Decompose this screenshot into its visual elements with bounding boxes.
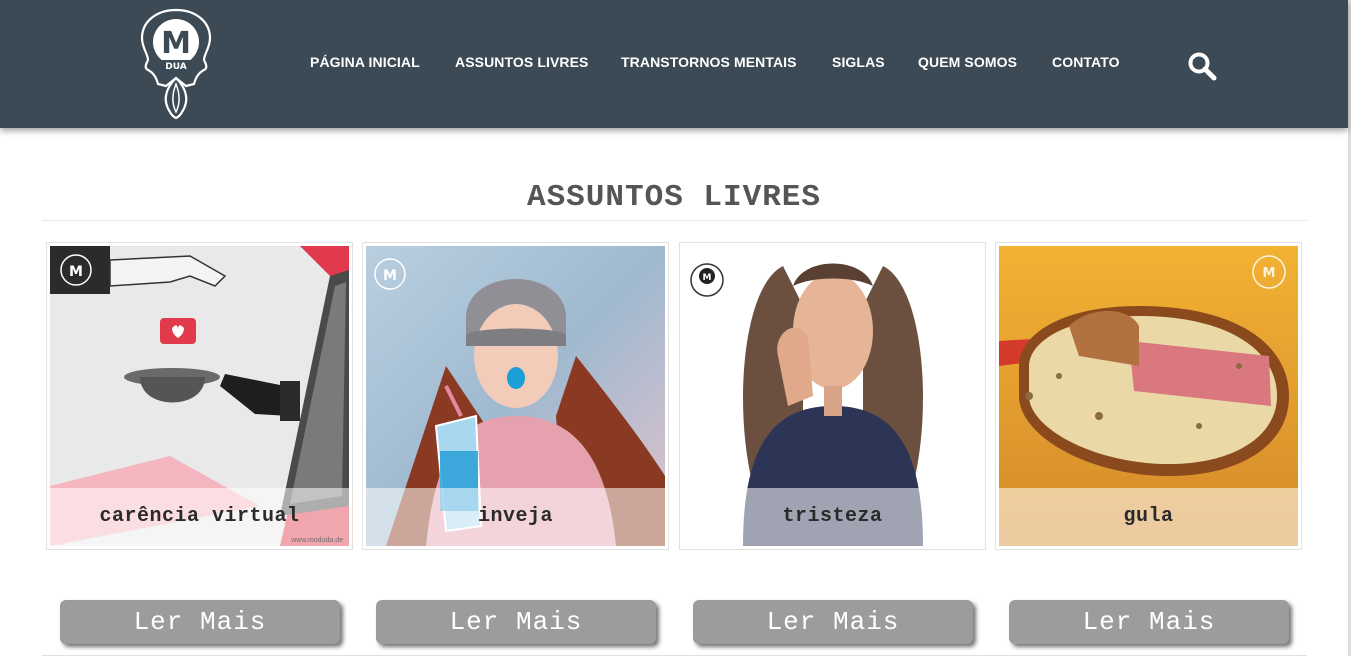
read-more-button[interactable]: Ler Mais	[1009, 600, 1289, 644]
nav-item-quem-somos[interactable]: QUEM SOMOS	[918, 54, 1017, 70]
card-image[interactable]: M carência virtual www.moduda.de	[50, 246, 349, 546]
card-caption: carência virtual	[99, 505, 300, 528]
nav-item-contato[interactable]: CONTATO	[1052, 54, 1120, 70]
site-logo[interactable]: M DUA	[136, 8, 216, 120]
svg-text:M: M	[1263, 266, 1276, 281]
title-divider	[42, 220, 1307, 221]
read-more-button[interactable]: Ler Mais	[60, 600, 340, 644]
card-caption: inveja	[477, 505, 553, 528]
nav-item-pagina-inicial[interactable]: PÁGINA INICIAL	[310, 54, 420, 70]
nav-item-assuntos-livres[interactable]: ASSUNTOS LIVRES	[455, 54, 589, 70]
article-card-carencia-virtual[interactable]: M carência virtual www.moduda.de	[46, 242, 353, 550]
site-header: M DUA PÁGINA INICIAL ASSUNTOS LIVRES TRA…	[0, 0, 1348, 128]
logo-text: DUA	[165, 62, 187, 72]
article-card-inveja[interactable]: M inveja	[362, 242, 669, 550]
image-watermark: www.moduda.de	[291, 537, 343, 544]
card-caption: gula	[1123, 505, 1174, 528]
read-more-button[interactable]: Ler Mais	[376, 600, 656, 644]
nav-item-transtornos-mentais[interactable]: TRANSTORNOS MENTAIS	[621, 54, 797, 70]
read-more-button[interactable]: Ler Mais	[693, 600, 973, 644]
svg-text:M: M	[383, 268, 397, 284]
card-image[interactable]: M tristeza	[683, 246, 982, 546]
nav-item-siglas[interactable]: SIGLAS	[832, 54, 885, 70]
article-card-tristeza[interactable]: M tristeza	[679, 242, 986, 550]
card-image[interactable]: M gula	[999, 246, 1298, 546]
article-card-gula[interactable]: M gula	[995, 242, 1302, 550]
section-title: ASSUNTOS LIVRES	[526, 180, 822, 215]
card-caption: tristeza	[782, 505, 883, 528]
card-image[interactable]: M inveja	[366, 246, 665, 546]
search-icon[interactable]	[1187, 51, 1217, 81]
svg-text:M: M	[69, 264, 83, 280]
svg-text:M: M	[703, 273, 712, 283]
svg-text:M: M	[161, 26, 191, 61]
